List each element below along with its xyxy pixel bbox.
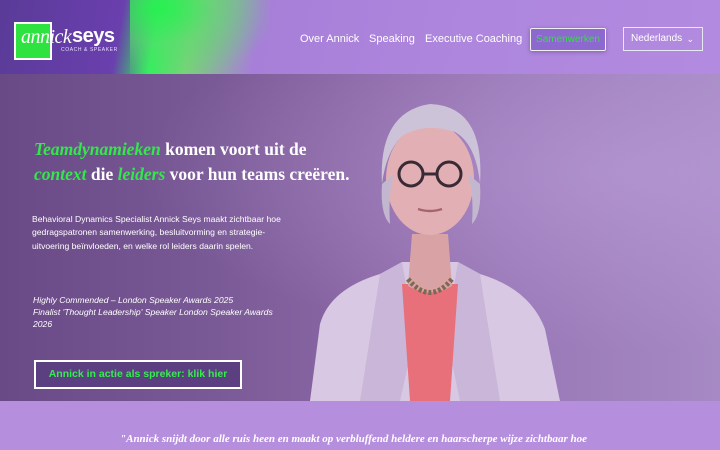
speaker-action-button[interactable]: Annick in actie als spreker: klik hier [34, 360, 242, 389]
nav-item-speaking[interactable]: Speaking [369, 33, 415, 45]
chevron-down-icon: ⌄ [686, 34, 694, 44]
award-item: Finalist 'Thought Leadership' Speaker Lo… [33, 307, 273, 329]
award-item: Highly Commended – London Speaker Awards… [33, 295, 234, 305]
hero-intro-text: Behavioral Dynamics Specialist Annick Se… [32, 214, 281, 251]
logo[interactable]: annick seys COACH & SPEAKER [14, 22, 134, 64]
headline-highlight-teamdynamieken: Teamdynamieken [34, 139, 161, 159]
headline-text-3: voor hun teams creëren. [165, 164, 350, 184]
logo-text-second: seys [72, 25, 115, 47]
language-select[interactable]: Nederlands ⌄ [623, 27, 703, 51]
header-glow-decoration [130, 0, 270, 74]
hero-headline: Teamdynamieken komen voort uit de contex… [34, 137, 404, 187]
logo-text-first: annick [21, 26, 72, 48]
speaker-portrait-image [310, 104, 560, 401]
nav-item-over-annick[interactable]: Over Annick [300, 33, 359, 45]
headline-text-1: komen voort uit de [160, 139, 307, 159]
nav-item-executive-coaching[interactable]: Executive Coaching [425, 33, 522, 45]
headline-highlight-leiders: leiders [117, 164, 166, 184]
headline-text-2: die [86, 164, 118, 184]
language-selected-value: Nederlands [631, 33, 683, 44]
testimonial-quote: "Annick snijdt door alle ruis heen en ma… [120, 433, 588, 445]
awards-list: Highly Commended – London Speaker Awards… [33, 294, 293, 330]
logo-tagline: COACH & SPEAKER [61, 47, 118, 53]
headline-highlight-context: context [34, 164, 87, 184]
samenwerken-button[interactable]: Samenwerken [530, 28, 606, 51]
site-header: annick seys COACH & SPEAKER Over Annick … [0, 0, 720, 74]
hero-section: Teamdynamieken komen voort uit de contex… [0, 74, 720, 401]
